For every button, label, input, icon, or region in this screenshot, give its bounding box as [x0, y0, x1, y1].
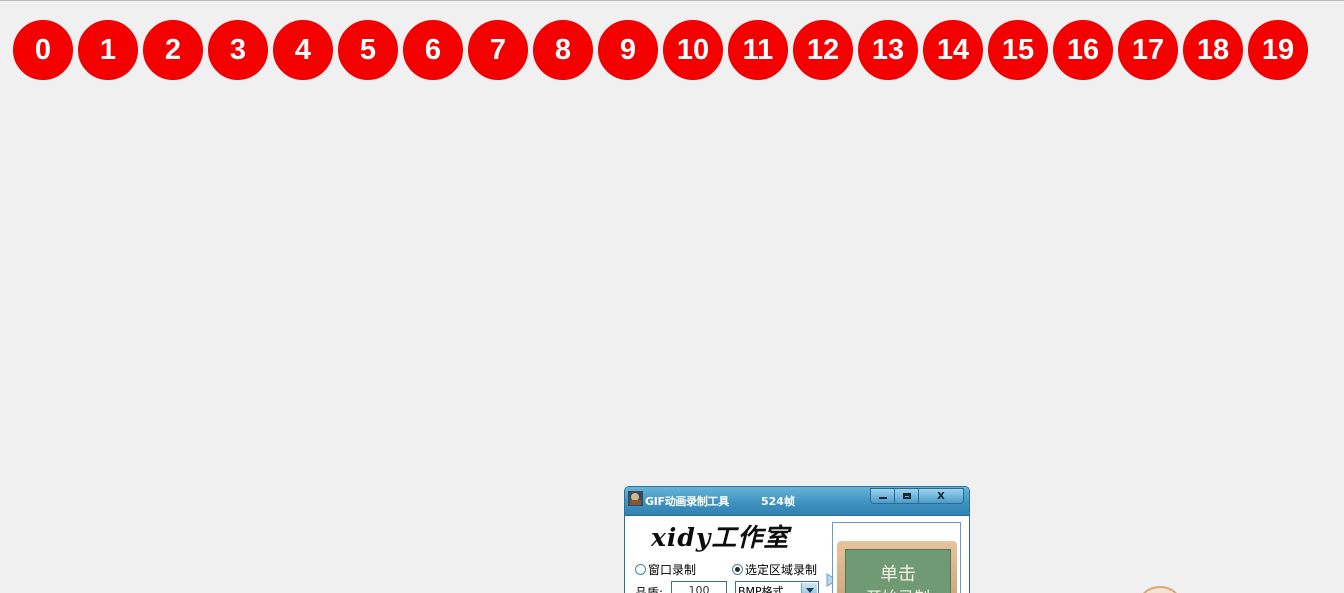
number-circle: 19 [1248, 20, 1308, 80]
radio-window-record[interactable]: 窗口录制 [635, 561, 696, 578]
radio-area-label: 选定区域录制 [745, 563, 818, 577]
recorder-app-icon [628, 491, 643, 506]
number-circle: 12 [793, 20, 853, 80]
radio-window-label: 窗口录制 [648, 563, 697, 577]
number-circle: 6 [403, 20, 463, 80]
number-circle: 1 [78, 20, 138, 80]
floating-widget-icon[interactable] [1140, 586, 1180, 593]
top-divider [0, 0, 1344, 1]
chalkboard: 单击 开始录制 [845, 549, 951, 593]
chevron-down-icon[interactable] [801, 583, 817, 593]
window-controls: X [870, 488, 964, 504]
format-select[interactable]: BMP格式 [735, 581, 819, 593]
number-circle: 11 [728, 20, 788, 80]
number-circle: 4 [273, 20, 333, 80]
minimize-icon [878, 497, 887, 499]
screen: 0 1 2 3 4 5 6 7 8 9 10 11 12 13 14 15 16 17 18 19 GIF动画录制工具… [0, 0, 1344, 593]
number-circles-row: 0 1 2 3 4 5 6 7 8 9 10 11 12 13 14 15 16 17 18 19 [13, 20, 1308, 82]
close-icon: X [937, 490, 945, 502]
chalkboard-frame: 单击 开始录制 [837, 541, 957, 593]
radio-area-record[interactable]: 选定区域录制 [732, 561, 817, 578]
number-circle: 7 [468, 20, 528, 80]
number-circle: 5 [338, 20, 398, 80]
radio-checked-icon[interactable] [732, 564, 743, 575]
quality-input[interactable]: 100 [671, 581, 727, 593]
number-circle: 2 [143, 20, 203, 80]
record-start-button[interactable]: 单击 开始录制 [832, 522, 961, 593]
gif-recorder-window[interactable]: GIF动画录制工具 524帧 X xidy工作室 窗口录制 选定区域录制 品质:… [624, 486, 970, 593]
quality-label: 品质: [635, 586, 664, 593]
close-button[interactable]: X [919, 489, 963, 503]
recorder-body: xidy工作室 窗口录制 选定区域录制 品质: 100 BMP格式 单击 [625, 516, 969, 593]
maximize-icon [902, 493, 911, 499]
number-circle: 17 [1118, 20, 1178, 80]
minimize-button[interactable] [871, 489, 895, 503]
number-circle: 0 [13, 20, 73, 80]
number-circle: 14 [923, 20, 983, 80]
studio-logo: xidy工作室 [651, 523, 790, 552]
number-circle: 15 [988, 20, 1048, 80]
maximize-button[interactable] [895, 489, 919, 503]
format-select-value: BMP格式 [738, 585, 784, 593]
frame-count: 524帧 [761, 495, 795, 508]
number-circle: 3 [208, 20, 268, 80]
number-circle: 18 [1183, 20, 1243, 80]
number-circle: 9 [598, 20, 658, 80]
number-circle: 13 [858, 20, 918, 80]
recorder-titlebar[interactable]: GIF动画录制工具 524帧 X [625, 487, 969, 516]
record-button-sublabel: 开始录制 [846, 584, 950, 593]
number-circle: 8 [533, 20, 593, 80]
record-button-label: 单击 [880, 564, 916, 585]
radio-unchecked-icon[interactable] [635, 564, 646, 575]
number-circle: 16 [1053, 20, 1113, 80]
number-circle: 10 [663, 20, 723, 80]
recorder-title: GIF动画录制工具 [645, 495, 729, 508]
